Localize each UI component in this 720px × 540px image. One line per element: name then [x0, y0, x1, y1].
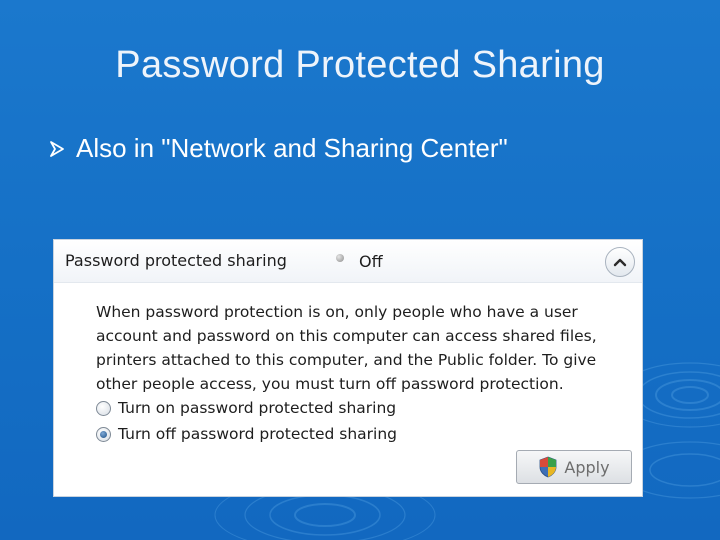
- status-indicator-icon: [336, 254, 344, 262]
- apply-button-label: Apply: [564, 457, 610, 477]
- bullet-text: Also in "Network and Sharing Center": [76, 133, 508, 163]
- description-line: When password protection is on, only peo…: [96, 303, 578, 321]
- chevron-up-icon: [613, 258, 627, 267]
- option-turn-on-label: Turn on password protected sharing: [118, 399, 397, 417]
- shield-icon: [540, 456, 557, 478]
- radio-turn-on[interactable]: [96, 400, 111, 416]
- arrow-bullet-icon: [50, 140, 64, 157]
- apply-button[interactable]: Apply: [516, 450, 632, 484]
- slide-title: Password Protected Sharing: [115, 44, 605, 86]
- radio-turn-off[interactable]: [96, 426, 111, 442]
- status-value: Off: [359, 252, 383, 271]
- bullet-point: Also in "Network and Sharing Center": [48, 133, 508, 164]
- panel-header[interactable]: Password protected sharing Off: [54, 240, 642, 283]
- password-sharing-panel: Password protected sharing Off When pass…: [54, 240, 642, 496]
- description-line: printers attached to this computer, and …: [96, 351, 597, 369]
- option-turn-off[interactable]: Turn off password protected sharing: [96, 425, 397, 443]
- option-turn-off-label: Turn off password protected sharing: [118, 425, 397, 443]
- collapse-button[interactable]: [605, 247, 635, 277]
- description-line: other people access, you must turn off p…: [96, 375, 564, 393]
- description-line: account and password on this computer ca…: [96, 327, 597, 345]
- option-turn-on[interactable]: Turn on password protected sharing: [96, 399, 396, 417]
- panel-description: When password protection is on, only peo…: [96, 300, 626, 396]
- panel-title: Password protected sharing: [65, 251, 287, 270]
